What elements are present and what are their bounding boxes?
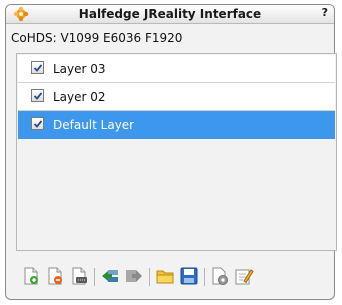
window-titlebar[interactable]: Halfedge JReality Interface ? <box>6 5 334 24</box>
move-layer-right-icon <box>126 270 142 282</box>
delete-layer-icon <box>48 267 62 285</box>
layer-visible-checkbox[interactable] <box>31 61 44 74</box>
move-layer-left-icon <box>102 270 118 282</box>
layer-row-selected[interactable]: Default Layer <box>18 111 335 139</box>
move-layer-left-button[interactable] <box>100 266 120 286</box>
new-layer-icon <box>24 267 38 285</box>
window-title: Halfedge JReality Interface <box>78 7 262 21</box>
checkmark-icon <box>33 120 43 128</box>
delete-layer-button[interactable] <box>45 266 65 286</box>
toolbar-separator <box>94 268 95 286</box>
open-folder-icon <box>156 270 174 284</box>
mesh-stats-text: CoHDS: V1099 E6036 F1920 <box>11 31 183 45</box>
checkmark-icon <box>33 92 43 100</box>
layer-properties-button[interactable] <box>69 266 89 286</box>
layer-list[interactable]: Layer 03 Layer 02 Default Layer <box>16 53 337 251</box>
toolbar-separator <box>149 268 150 286</box>
save-disk-icon <box>180 267 198 285</box>
edit-icon <box>235 269 254 285</box>
edit-button[interactable] <box>234 266 254 286</box>
layer-toolbar <box>21 266 321 288</box>
layer-label: Default Layer <box>53 118 135 132</box>
settings-button[interactable] <box>210 266 230 286</box>
open-button[interactable] <box>155 266 175 286</box>
layer-visible-checkbox[interactable] <box>31 89 44 102</box>
checkmark-icon <box>33 64 43 72</box>
layer-label: Layer 03 <box>53 62 106 76</box>
layer-row[interactable]: Layer 02 <box>18 83 335 111</box>
new-layer-button[interactable] <box>21 266 41 286</box>
layer-row[interactable]: Layer 03 <box>18 55 335 83</box>
help-button[interactable]: ? <box>322 5 328 21</box>
layer-label: Layer 02 <box>53 90 106 104</box>
move-layer-right-button[interactable] <box>124 266 144 286</box>
settings-gear-icon <box>212 267 228 285</box>
layer-visible-checkbox[interactable] <box>31 117 44 130</box>
layer-properties-icon <box>72 267 87 285</box>
toolbar-separator <box>204 268 205 286</box>
halfedge-interface-panel: Halfedge JReality Interface ? CoHDS: V10… <box>5 4 337 300</box>
save-button[interactable] <box>179 266 199 286</box>
